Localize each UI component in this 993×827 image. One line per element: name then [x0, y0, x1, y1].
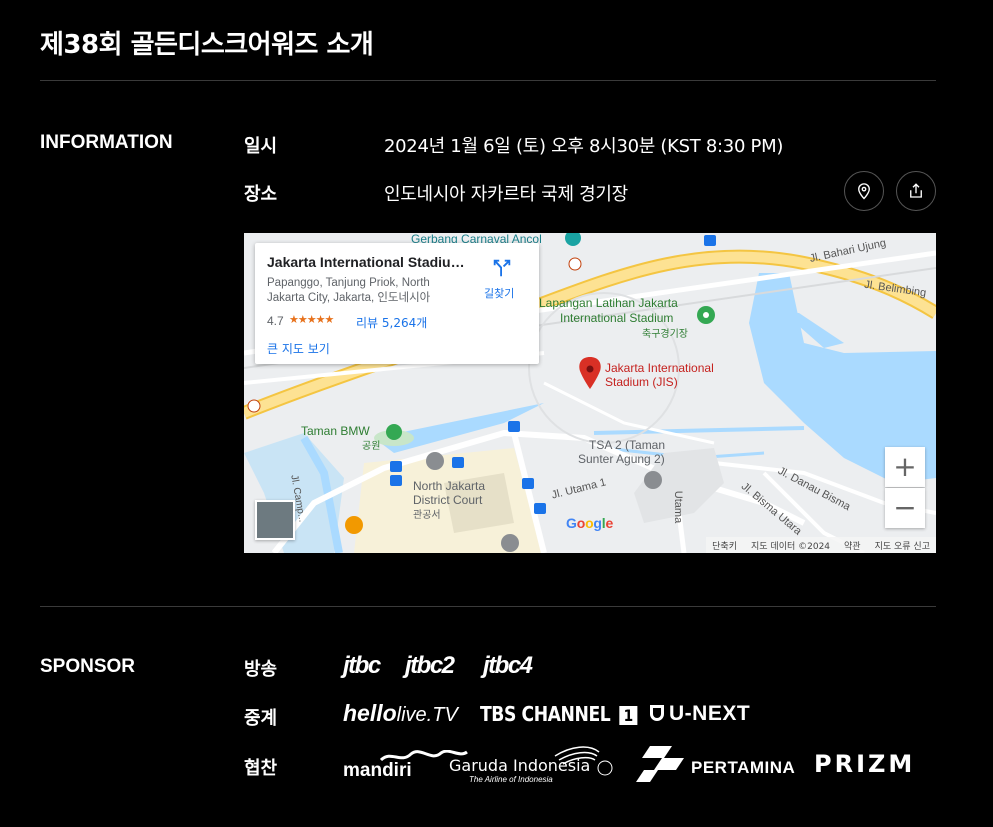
google-logo-letter: o	[576, 515, 586, 531]
map-attribution: 단축키 지도 데이터 ©2024 약관 지도 오류 신고	[706, 537, 936, 553]
jtbc-logo: jtbc	[343, 652, 381, 679]
google-logo-letter: g	[593, 515, 602, 531]
relay-label: 중계	[244, 708, 278, 729]
rating-stars-icon: ★★★★★	[289, 314, 334, 326]
map-data-text: 지도 데이터 ©2024	[751, 541, 831, 552]
date-label: 일시	[244, 136, 278, 157]
map-label-jis1[interactable]: Jakarta International	[605, 361, 714, 375]
garuda-logo: Garuda Indonesia The Airline of Indonesi…	[449, 746, 613, 784]
hellolive-part1: hello	[343, 700, 397, 726]
tbs-channel-text: TBS CHANNEL	[480, 702, 611, 726]
google-logo-letter: e	[605, 515, 614, 531]
jtbc2-logo: jtbc2	[405, 652, 455, 679]
share-icon	[910, 183, 922, 198]
unext-text: U-NEXT	[669, 702, 751, 725]
tbs-channel-number: 1	[619, 706, 638, 725]
zoom-in-button[interactable]: +	[885, 447, 925, 487]
map-label-tsa1: TSA 2 (Taman	[589, 438, 666, 452]
unext-shield-icon	[650, 705, 664, 721]
unext-logo: U-NEXT	[650, 702, 750, 726]
sponsor-heading: SPONSOR	[40, 656, 136, 677]
map-label-park-ko: 공원	[362, 441, 381, 452]
venue-label: 장소	[244, 184, 278, 205]
shortcuts-link[interactable]: 단축키	[712, 539, 737, 552]
date-value: 2024년 1월 6일 (토) 오후 8시30분 (KST 8:30 PM)	[384, 136, 784, 157]
report-link[interactable]: 지도 오류 신고	[875, 539, 930, 552]
tbs-channel-logo: TBS CHANNEL 1	[480, 702, 638, 726]
pertamina-text: PERTAMINA	[691, 758, 796, 777]
map-pin-icon	[858, 183, 870, 200]
venue-map[interactable]: Gerbang Carnaval Ancol Jl. Bahari Ujung …	[244, 233, 936, 553]
venue-value: 인도네시아 자카르타 국제 경기장	[384, 184, 628, 205]
hellolive-part2: live.TV	[396, 704, 458, 726]
map-label-training-ko: 축구경기장	[642, 329, 688, 340]
sponsor-label: 협찬	[244, 758, 278, 779]
google-logo: Google	[566, 515, 613, 531]
location-button[interactable]	[844, 171, 884, 211]
broadcast-label: 방송	[244, 659, 278, 680]
larger-map-link[interactable]: 큰 지도 보기	[267, 340, 330, 357]
map-label-taman-bmw: Taman BMW	[301, 424, 370, 438]
hellolive-logo: hellolive.TV	[343, 700, 458, 727]
terms-link[interactable]: 약관	[844, 539, 861, 552]
pertamina-mark-icon	[636, 746, 684, 782]
map-label-intl-stadium: International Stadium	[560, 311, 674, 325]
map-label-utama: Utama	[672, 490, 685, 524]
garuda-bird-icon	[554, 746, 613, 776]
map-label-jis2[interactable]: Stadium (JIS)	[605, 375, 678, 389]
map-label-court2: District Court	[413, 493, 483, 507]
map-label-court-ko: 관공서	[413, 510, 441, 521]
map-label-lapangan: Lapangan Latihan Jakarta	[539, 296, 678, 310]
share-button[interactable]	[896, 171, 936, 211]
mandiri-logo: mandiri	[343, 750, 468, 782]
information-heading: INFORMATION	[40, 132, 173, 153]
reviews-link[interactable]: 리뷰 5,264개	[356, 314, 427, 331]
map-label-court1: North Jakarta	[413, 479, 486, 493]
directions-label[interactable]: 길찾기	[484, 285, 514, 301]
page-title: 제38회 골든디스크어워즈 소개	[40, 30, 374, 60]
directions-icon[interactable]	[491, 257, 513, 279]
place-address: Papanggo, Tanjung Priok, North Jakarta C…	[267, 277, 431, 304]
garuda-tagline: The Airline of Indonesia	[469, 775, 553, 784]
map-label-tsa2: Sunter Agung 2)	[578, 452, 665, 466]
street-view-thumbnail[interactable]	[255, 500, 295, 540]
place-info-card: Jakarta International Stadium ... Papang…	[255, 243, 539, 364]
place-name: Jakarta International Stadium ...	[267, 254, 477, 270]
middle-divider	[40, 606, 936, 607]
prizm-logo: PRIZM	[814, 750, 916, 778]
google-logo-letter: G	[566, 515, 577, 531]
zoom-out-button[interactable]: −	[885, 488, 925, 528]
top-divider	[40, 80, 936, 81]
place-rating: 4.7	[267, 314, 284, 328]
jtbc4-logo: jtbc4	[483, 652, 533, 679]
